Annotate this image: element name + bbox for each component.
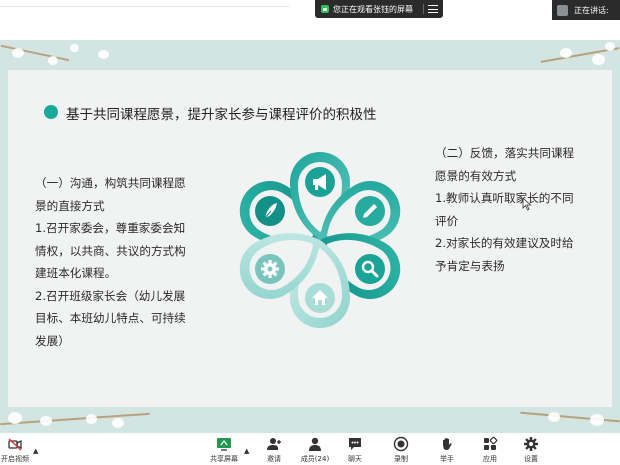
apps-icon (484, 436, 498, 450)
chevron-up-icon[interactable]: ▲ (33, 447, 38, 455)
share-screen-button[interactable]: 共享屏幕 (207, 433, 241, 465)
hand-icon (443, 438, 452, 451)
left-text-block: （一）沟通，构筑共同课程愿 景的直接方式 1.召开家委会，尊重家委会知 情权，以… (35, 172, 235, 352)
flower-diagram (239, 152, 401, 328)
text-line: 发展） (35, 333, 70, 348)
branch-decoration (520, 411, 620, 423)
speaker-indicator: 正在讲话: (552, 0, 620, 20)
pen-icon (355, 196, 385, 226)
text-line: 景的直接方式 (35, 198, 105, 213)
settings-button[interactable]: 设置 (519, 433, 543, 465)
text-line: （二）反馈，落实共同课程 (435, 146, 575, 160)
apps-button[interactable]: 应用 (478, 433, 502, 465)
screen-share-icon (321, 5, 329, 13)
record-button[interactable]: 录制 (389, 433, 413, 465)
raise-hand-button[interactable]: 举手 (435, 433, 459, 465)
mouse-cursor-icon (522, 197, 532, 211)
record-icon (393, 436, 409, 452)
raise-hand-label: 举手 (440, 455, 454, 463)
megaphone-icon (305, 167, 335, 197)
invite-icon (267, 438, 281, 450)
blossom-decoration (70, 44, 79, 52)
blossom-decoration (592, 54, 605, 65)
share-screen-label: 共享屏幕 (210, 455, 238, 463)
text-line: 2.对家长的有效建议及时给 (435, 236, 574, 250)
apps-label: 应用 (483, 455, 497, 463)
divider (423, 4, 424, 14)
text-line: 情权，以共商、共议的方式构 (35, 243, 186, 258)
video-off-icon (8, 438, 22, 451)
speaker-avatar (557, 4, 568, 16)
invite-label: 邀请 (267, 455, 281, 463)
blossom-decoration (560, 48, 572, 58)
text-line: 愿景的有效方式 (435, 168, 517, 183)
top-strip (0, 0, 620, 40)
blossom-decoration (40, 416, 52, 426)
speaker-label: 正在讲话: (574, 5, 609, 15)
chat-button[interactable]: 聊天 (343, 433, 367, 465)
text-line: 予肯定与表扬 (435, 258, 505, 273)
blossom-decoration (605, 42, 615, 51)
screen-share-banner[interactable]: 您正在观看张钰的屏幕 (315, 0, 443, 18)
text-line: 评价 (435, 213, 459, 228)
video-button[interactable]: 开启视频 (0, 433, 30, 465)
blossom-decoration (12, 48, 24, 58)
blossom-decoration (548, 412, 560, 422)
share-screen-icon (217, 438, 231, 451)
text-line: （一）沟通，构筑共同课程愿 (35, 176, 186, 190)
branch-decoration (0, 44, 70, 62)
title-bullet (44, 105, 58, 119)
blossom-decoration (112, 418, 124, 428)
video-button-label: 开启视频 (1, 455, 29, 463)
members-icon (309, 437, 321, 451)
invite-button[interactable]: 邀请 (262, 433, 286, 465)
branch-decoration (0, 412, 150, 426)
text-line: 1.召开家委会，尊重家委会知 (35, 221, 186, 235)
chevron-up-icon[interactable]: ▲ (244, 447, 249, 455)
blossom-decoration (8, 412, 22, 424)
text-line: 建班本化课程。 (35, 266, 117, 280)
home-icon (305, 283, 335, 313)
feather-icon (255, 196, 285, 226)
gear-icon (255, 254, 285, 284)
menu-icon[interactable] (428, 5, 438, 13)
settings-gear-icon (524, 437, 538, 451)
chat-icon (349, 438, 361, 450)
members-label: 成员(24) (300, 455, 330, 463)
settings-label: 设置 (524, 455, 538, 463)
meeting-toolbar: 开启视频 ▲ 共享屏幕 ▲ 邀请 成员(24) 聊天 录制 举手 应用 设置 (0, 433, 620, 465)
chat-label: 聊天 (348, 455, 362, 463)
blossom-decoration (48, 56, 58, 65)
search-icon (355, 254, 385, 284)
record-label: 录制 (394, 455, 408, 463)
blossom-decoration (98, 50, 109, 59)
text-line: 目标、本班幼儿特点、可持续 (35, 311, 186, 325)
screen-share-text: 您正在观看张钰的屏幕 (333, 4, 413, 14)
divider (0, 6, 290, 7)
text-line: 2.召开班级家长会（幼儿发展 (35, 288, 186, 303)
members-button[interactable]: 成员(24) (297, 433, 333, 465)
blossom-decoration (86, 414, 97, 424)
slide-title: 基于共同课程愿景，提升家长参与课程评价的积极性 (66, 107, 377, 123)
blossom-decoration (590, 414, 604, 426)
